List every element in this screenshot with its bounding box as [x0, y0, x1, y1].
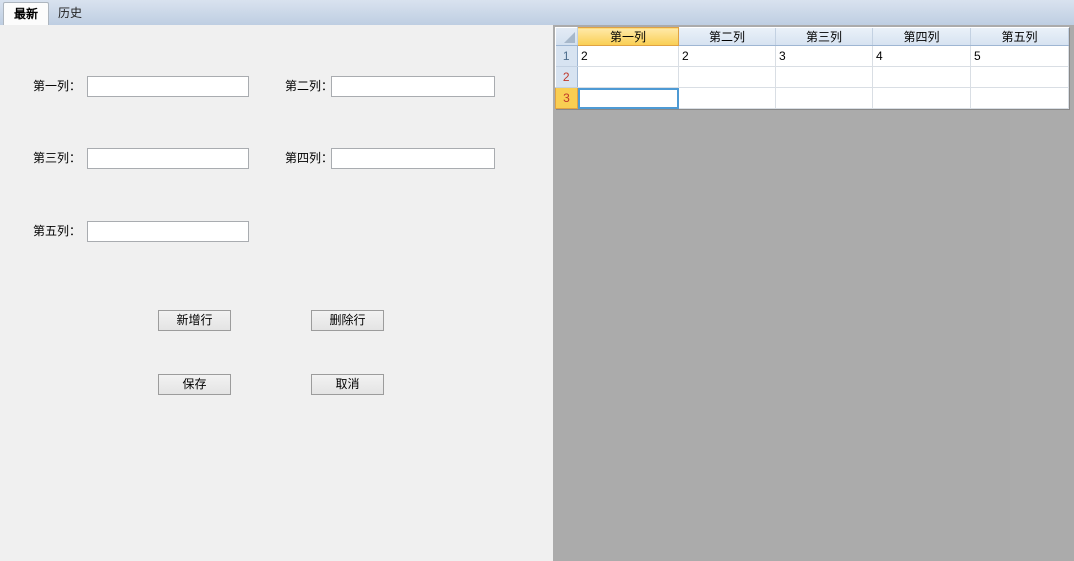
grid-cell-r3c4[interactable] — [872, 87, 971, 109]
row-header-1[interactable]: 1 — [555, 45, 578, 67]
cancel-button[interactable]: 取消 — [311, 374, 384, 395]
grid-cell-r1c2[interactable]: 2 — [678, 45, 776, 67]
input-col3[interactable] — [87, 148, 249, 169]
grid-cell-r1c3[interactable]: 3 — [775, 45, 873, 67]
column-header-col2[interactable]: 第二列 — [678, 27, 776, 46]
field-label-col4: 第四列： — [285, 151, 334, 165]
grid-cell-r2c1[interactable] — [577, 66, 679, 88]
grid-cell-r3c1-selected[interactable] — [577, 87, 679, 109]
input-col1[interactable] — [87, 76, 249, 97]
row-header-3[interactable]: 3 — [555, 87, 578, 109]
grid-cell-r1c4[interactable]: 4 — [872, 45, 971, 67]
data-grid: 第一列 第二列 第三列 第四列 第五列 1 2 2 3 4 5 2 3 — [555, 27, 1069, 109]
grid-cell-r1c1[interactable]: 2 — [577, 45, 679, 67]
grid-cell-r3c2[interactable] — [678, 87, 776, 109]
column-header-col3[interactable]: 第三列 — [775, 27, 873, 46]
grid-cell-r2c2[interactable] — [678, 66, 776, 88]
table-row: 1 2 2 3 4 5 — [555, 45, 1069, 67]
add-row-button[interactable]: 新增行 — [158, 310, 231, 331]
input-col5[interactable] — [87, 221, 249, 242]
column-header-col5[interactable]: 第五列 — [970, 27, 1069, 46]
field-label-col1: 第一列： — [33, 79, 82, 93]
table-row: 2 — [555, 66, 1069, 88]
grid-cell-r2c3[interactable] — [775, 66, 873, 88]
form-panel: 第一列： 第二列： 第三列： 第四列： 第五列： 新增行 删除行 保存 取消 — [0, 25, 553, 561]
input-col4[interactable] — [331, 148, 495, 169]
grid-cell-r1c5[interactable]: 5 — [970, 45, 1069, 67]
grid-cell-r2c4[interactable] — [872, 66, 971, 88]
select-all-corner[interactable] — [555, 27, 578, 46]
corner-triangle-icon — [564, 32, 575, 43]
tab-history[interactable]: 历史 — [48, 2, 92, 25]
field-label-col5: 第五列： — [33, 224, 82, 238]
input-col2[interactable] — [331, 76, 495, 97]
grid-cell-r2c5[interactable] — [970, 66, 1069, 88]
delete-row-button[interactable]: 删除行 — [311, 310, 384, 331]
column-header-col4[interactable]: 第四列 — [872, 27, 971, 46]
field-label-col3: 第三列： — [33, 151, 82, 165]
grid-cell-r3c3[interactable] — [775, 87, 873, 109]
table-row: 3 — [555, 87, 1069, 109]
grid-cell-r3c5[interactable] — [970, 87, 1069, 109]
save-button[interactable]: 保存 — [158, 374, 231, 395]
grid-workspace: 第一列 第二列 第三列 第四列 第五列 1 2 2 3 4 5 2 3 — [553, 25, 1074, 561]
app-window: 最新 历史 第一列： 第二列： 第三列： 第四列： 第五列： 新增行 删除行 保… — [0, 0, 1074, 561]
column-header-col1[interactable]: 第一列 — [577, 27, 679, 46]
field-label-col2: 第二列： — [285, 79, 334, 93]
tab-strip: 最新 历史 — [0, 0, 1074, 25]
row-header-2[interactable]: 2 — [555, 66, 578, 88]
grid-header-row: 第一列 第二列 第三列 第四列 第五列 — [555, 27, 1069, 46]
tab-latest[interactable]: 最新 — [3, 2, 50, 25]
